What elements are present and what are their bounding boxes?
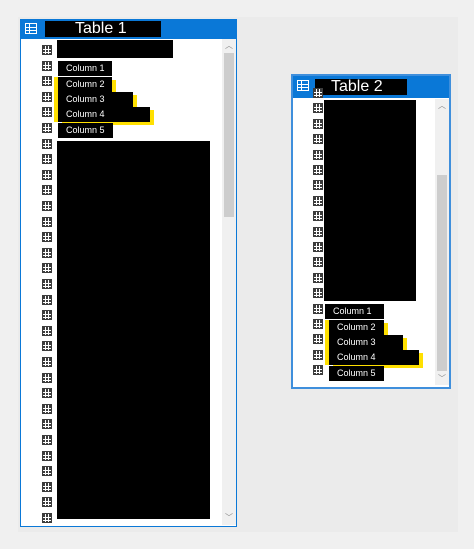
- column-icon: [42, 481, 52, 492]
- chevron-up-icon[interactable]: ︿: [223, 41, 235, 51]
- table-1-column-1[interactable]: Column 1: [58, 61, 112, 76]
- column-icon: [313, 118, 323, 129]
- column-icon: [313, 226, 323, 237]
- column-icon: [42, 294, 52, 305]
- column-icon: [42, 169, 52, 180]
- table-1-title: Table 1: [45, 21, 161, 37]
- column-icon: [313, 288, 323, 299]
- column-icon: [313, 319, 323, 329]
- column-icon: [42, 310, 52, 321]
- column-icon: [313, 334, 323, 345]
- chevron-down-icon[interactable]: ﹀: [436, 374, 448, 384]
- column-icon: [313, 180, 323, 191]
- table-1-column-3[interactable]: Column 3: [58, 92, 133, 107]
- column-icon: [42, 185, 52, 196]
- column-icon: [313, 195, 323, 206]
- column-icon: [42, 388, 52, 399]
- column-icon: [42, 60, 52, 71]
- column-icon: [42, 435, 52, 445]
- column-icon: [42, 372, 52, 383]
- table-1-scrollbar[interactable]: ︿ ﹀: [222, 39, 236, 525]
- column-icon: [42, 247, 52, 258]
- column-icon: [313, 242, 323, 252]
- column-icon: [42, 513, 52, 523]
- table-1-column-5[interactable]: Column 5: [58, 123, 113, 138]
- table-1-titlebar[interactable]: Table 1: [21, 19, 236, 39]
- column-icon: [313, 103, 323, 114]
- table-1-scroll-thumb[interactable]: [224, 53, 234, 217]
- table-2-column-2[interactable]: Column 2: [329, 320, 384, 335]
- column-icon: [42, 138, 52, 149]
- column-icon: [313, 211, 323, 222]
- column-icon: [313, 165, 323, 175]
- column-icon: [313, 257, 323, 268]
- column-icon: [42, 357, 52, 367]
- chevron-down-icon[interactable]: ﹀: [223, 513, 235, 523]
- column-icon: [42, 466, 52, 477]
- table-2-scroll-thumb[interactable]: [437, 175, 447, 371]
- column-icon: [313, 303, 323, 314]
- redacted-field-list: [57, 141, 210, 519]
- table-2-scrollbar[interactable]: ︿ ﹀: [435, 99, 449, 385]
- column-icon: [42, 325, 52, 336]
- column-icon: [42, 279, 52, 289]
- redacted-field: [57, 40, 173, 58]
- column-icon: [42, 123, 52, 133]
- table-2-panel[interactable]: Table 2 Column 1 Column 2 Column 3 Colum…: [291, 74, 451, 389]
- chevron-up-icon[interactable]: ︿: [436, 101, 448, 111]
- column-icon: [42, 201, 52, 211]
- table-2-title: Table 2: [315, 79, 407, 95]
- column-icon: [42, 154, 52, 165]
- table-1-column-4[interactable]: Column 4: [58, 107, 150, 122]
- column-icon: [313, 149, 323, 160]
- column-icon: [313, 365, 323, 376]
- column-icon: [313, 134, 323, 145]
- redacted-field-list: [324, 100, 416, 301]
- column-icon: [42, 107, 52, 118]
- column-icon: [313, 272, 323, 283]
- table-1-column-2[interactable]: Column 2: [58, 77, 112, 92]
- column-icon: [42, 497, 52, 508]
- column-icon: [42, 341, 52, 352]
- table-icon: [25, 23, 37, 34]
- column-icon: [42, 450, 52, 461]
- column-icon: [313, 349, 323, 360]
- column-icon: [42, 403, 52, 414]
- column-icon: [42, 419, 52, 430]
- column-icon: [42, 216, 52, 227]
- column-icon: [313, 88, 323, 98]
- table-2-column-4[interactable]: Column 4: [329, 350, 419, 365]
- column-icon: [42, 232, 52, 243]
- table-2-column-1[interactable]: Column 1: [325, 304, 384, 319]
- table-icon: [297, 80, 309, 91]
- table-2-column-3[interactable]: Column 3: [329, 335, 403, 350]
- table-1-panel[interactable]: Table 1 Column 1 Column 2 Column 3 Colum…: [20, 19, 237, 527]
- table-2-column-5[interactable]: Column 5: [329, 366, 384, 381]
- column-icon: [42, 76, 52, 87]
- column-icon: [42, 263, 52, 274]
- column-icon: [42, 45, 52, 55]
- column-icon: [42, 91, 52, 102]
